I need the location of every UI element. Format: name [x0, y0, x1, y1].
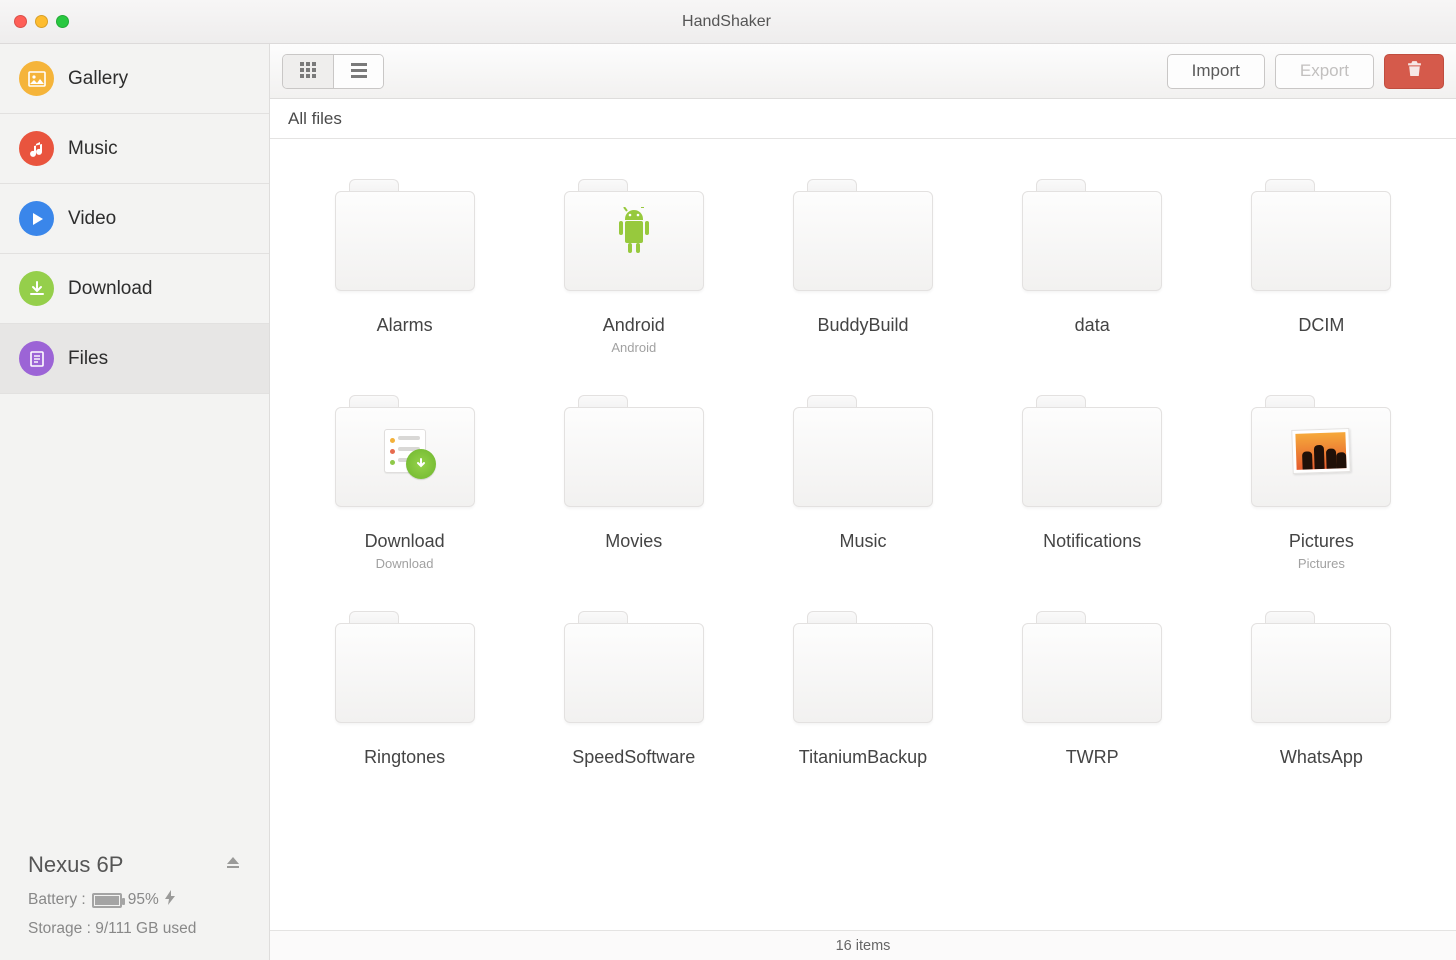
folder-icon: [335, 395, 475, 507]
sidebar: Gallery Music Video Download Files Nexus 6P …: [0, 44, 270, 960]
device-name: Nexus 6P: [28, 852, 123, 878]
note-icon: [19, 131, 54, 166]
titlebar: HandShaker: [0, 0, 1456, 44]
folder-subtitle: Download: [376, 556, 434, 571]
folder-item[interactable]: TitaniumBackup: [748, 611, 977, 787]
folder-name: TWRP: [1066, 747, 1119, 768]
battery-percent: 95%: [128, 891, 159, 909]
folder-item[interactable]: Movies: [519, 395, 748, 571]
folder-item[interactable]: SpeedSoftware: [519, 611, 748, 787]
storage-label: Storage :: [28, 920, 91, 937]
folder-icon: [564, 611, 704, 723]
trash-icon: [1406, 60, 1423, 82]
folder-subtitle: Pictures: [1298, 556, 1345, 571]
download-icon: [19, 271, 54, 306]
folder-icon: [564, 395, 704, 507]
status-bar: 16 items: [270, 930, 1456, 960]
folder-name: data: [1075, 315, 1110, 336]
folder-icon: [1022, 179, 1162, 291]
sidebar-item-label: Video: [68, 208, 116, 230]
folder-subtitle: Android: [611, 340, 656, 355]
folder-name: TitaniumBackup: [799, 747, 927, 768]
charging-icon: [165, 890, 176, 910]
device-panel: Nexus 6P Battery : 95% Storage : 9/111 G…: [0, 834, 269, 960]
window-title: HandShaker: [69, 13, 1384, 31]
folder-item[interactable]: WhatsApp: [1207, 611, 1436, 787]
grid-view-button[interactable]: [283, 55, 333, 88]
grid-icon: [299, 61, 317, 82]
folder-icon: [1022, 395, 1162, 507]
zoom-window-button[interactable]: [56, 15, 69, 28]
folder-item[interactable]: Music: [748, 395, 977, 571]
folder-name: BuddyBuild: [817, 315, 908, 336]
folder-name: DCIM: [1298, 315, 1344, 336]
folder-icon: [335, 179, 475, 291]
folder-name: Download: [365, 531, 445, 552]
folder-icon: [793, 179, 933, 291]
folder-item[interactable]: Android Android: [519, 179, 748, 355]
sidebar-item-gallery[interactable]: Gallery: [0, 44, 269, 114]
folder-name: SpeedSoftware: [572, 747, 695, 768]
eject-icon[interactable]: [225, 855, 241, 875]
folder-icon: [1251, 395, 1391, 507]
delete-button[interactable]: [1384, 54, 1444, 89]
list-icon: [350, 61, 368, 82]
folder-name: WhatsApp: [1280, 747, 1363, 768]
play-icon: [19, 201, 54, 236]
folder-item[interactable]: Alarms: [290, 179, 519, 355]
folder-item[interactable]: Notifications: [978, 395, 1207, 571]
sidebar-item-label: Gallery: [68, 68, 128, 90]
window-controls: [0, 15, 69, 28]
file-icon: [19, 341, 54, 376]
storage-value: 9/111 GB used: [95, 920, 196, 937]
toolbar: Import Export: [270, 44, 1456, 99]
breadcrumb: All files: [270, 99, 1456, 139]
sidebar-item-video[interactable]: Video: [0, 184, 269, 254]
sidebar-item-label: Download: [68, 278, 153, 300]
folder-name: Movies: [605, 531, 662, 552]
battery-icon: [92, 893, 122, 908]
folder-name: Notifications: [1043, 531, 1141, 552]
folder-item[interactable]: Download Download: [290, 395, 519, 571]
folder-name: Ringtones: [364, 747, 445, 768]
sidebar-item-label: Files: [68, 348, 108, 370]
minimize-window-button[interactable]: [35, 15, 48, 28]
folder-item[interactable]: BuddyBuild: [748, 179, 977, 355]
folder-name: Alarms: [377, 315, 433, 336]
folder-name: Pictures: [1289, 531, 1354, 552]
battery-label: Battery :: [28, 891, 86, 909]
folder-item[interactable]: Pictures Pictures: [1207, 395, 1436, 571]
list-view-button[interactable]: [333, 55, 383, 88]
folder-item[interactable]: TWRP: [978, 611, 1207, 787]
folder-icon: [1022, 611, 1162, 723]
folder-name: Android: [603, 315, 665, 336]
folder-icon: [793, 395, 933, 507]
folder-item[interactable]: DCIM: [1207, 179, 1436, 355]
close-window-button[interactable]: [14, 15, 27, 28]
sidebar-item-download[interactable]: Download: [0, 254, 269, 324]
sidebar-item-files[interactable]: Files: [0, 324, 269, 394]
import-button[interactable]: Import: [1167, 54, 1265, 89]
folder-icon: [564, 179, 704, 291]
view-mode-segmented: [282, 54, 384, 89]
folder-icon: [793, 611, 933, 723]
folder-item[interactable]: Ringtones: [290, 611, 519, 787]
folder-name: Music: [839, 531, 886, 552]
sidebar-item-label: Music: [68, 138, 118, 160]
sidebar-item-music[interactable]: Music: [0, 114, 269, 184]
files-pane: Alarms Android Android BuddyBuild data DCIM Do…: [270, 139, 1456, 930]
folder-item[interactable]: data: [978, 179, 1207, 355]
image-icon: [19, 61, 54, 96]
folder-icon: [1251, 611, 1391, 723]
export-button[interactable]: Export: [1275, 54, 1374, 89]
folder-icon: [335, 611, 475, 723]
folder-icon: [1251, 179, 1391, 291]
